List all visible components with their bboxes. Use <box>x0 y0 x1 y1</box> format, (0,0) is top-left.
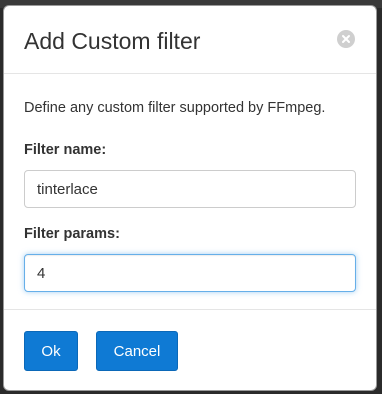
filter-name-label: Filter name: <box>24 142 107 158</box>
filter-params-label: Filter params: <box>24 226 120 242</box>
ok-button[interactable]: Ok <box>24 331 78 371</box>
add-custom-filter-dialog: Add Custom filter Define any custom filt… <box>3 5 377 391</box>
filter-params-input[interactable] <box>24 254 356 292</box>
dialog-description: Define any custom filter supported by FF… <box>24 100 326 116</box>
dialog-body: Define any custom filter supported by FF… <box>4 74 376 310</box>
cancel-button[interactable]: Cancel <box>96 331 178 371</box>
close-button[interactable] <box>337 30 355 48</box>
close-icon <box>341 34 351 44</box>
dialog-header: Add Custom filter <box>4 6 376 74</box>
filter-name-input[interactable] <box>24 170 356 208</box>
dialog-title: Add Custom filter <box>24 28 201 54</box>
dialog-footer: Ok Cancel <box>4 310 376 390</box>
